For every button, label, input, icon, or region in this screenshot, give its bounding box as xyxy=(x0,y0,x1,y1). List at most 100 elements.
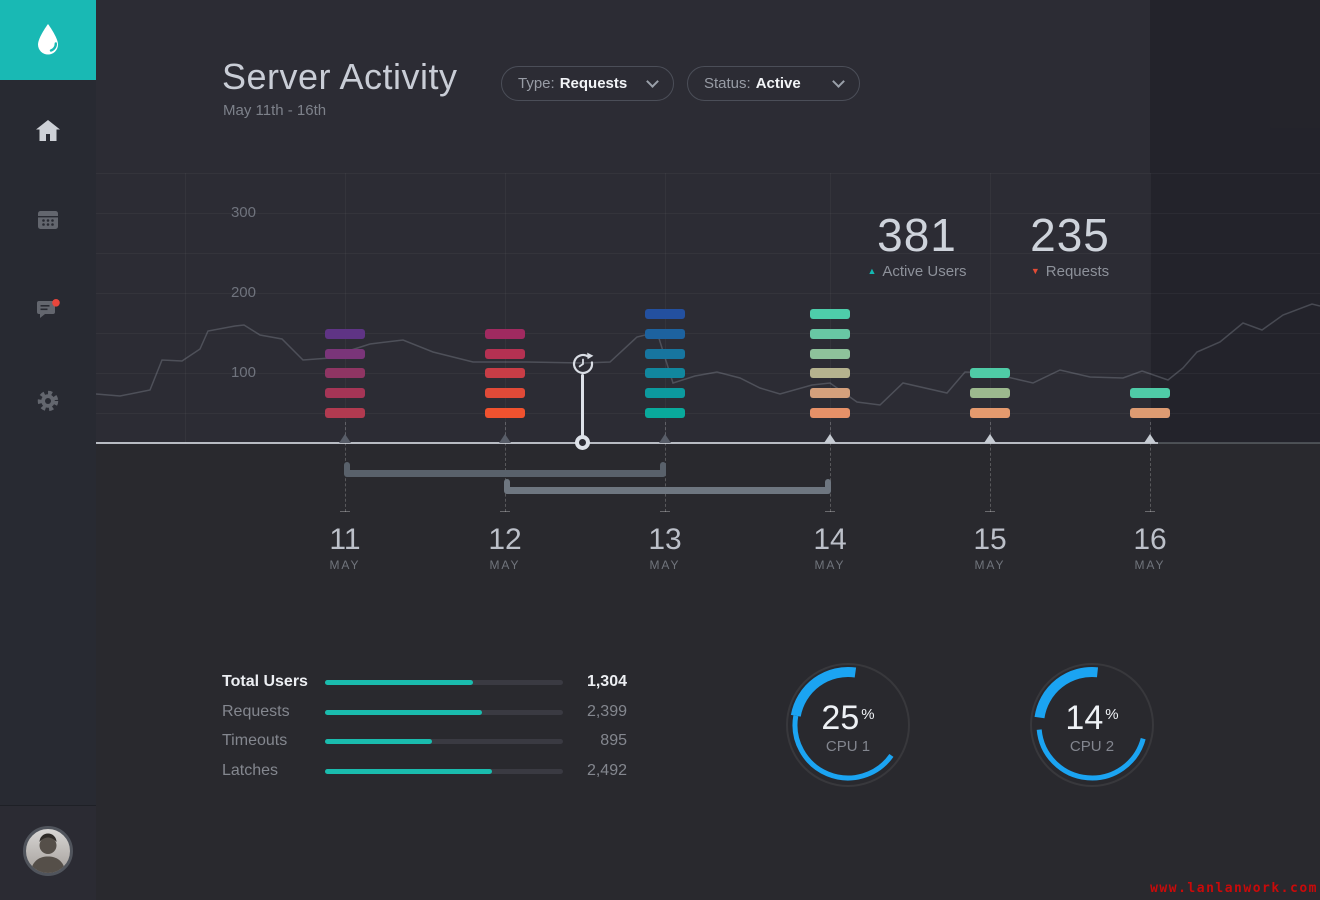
date-range-subtitle: May 11th - 16th xyxy=(223,102,326,119)
time-slider-pin[interactable] xyxy=(575,435,590,450)
type-filter-dropdown[interactable]: Type: Requests xyxy=(501,66,674,101)
activity-bar xyxy=(645,349,685,359)
stat-caption: ▼ Requests xyxy=(995,263,1145,280)
trend-down-icon: ▼ xyxy=(1031,266,1040,276)
stat-active-users: 381 ▲Active Users xyxy=(842,212,992,280)
activity-bar xyxy=(645,309,685,319)
gear-icon xyxy=(35,388,61,414)
status-filter-dropdown[interactable]: Status: Active xyxy=(687,66,860,101)
sidebar-item-settings[interactable] xyxy=(0,379,96,423)
metric-row: Latches 2,492 xyxy=(222,756,627,786)
metric-value: 1,304 xyxy=(587,673,627,691)
filter-value: Requests xyxy=(560,75,628,92)
activity-bar xyxy=(645,329,685,339)
date-month: MAY xyxy=(305,558,385,572)
range-selector[interactable] xyxy=(505,487,830,494)
activity-bar xyxy=(810,349,850,359)
sidebar-footer xyxy=(0,806,96,900)
watermark: www.lanlanwork.com xyxy=(1150,881,1318,896)
y-axis-label: 200 xyxy=(196,284,256,302)
metric-bar-track xyxy=(325,710,563,715)
activity-bar xyxy=(645,368,685,378)
metric-value: 2,492 xyxy=(587,762,627,780)
dropline-tick xyxy=(1145,511,1155,512)
timeline-marker[interactable] xyxy=(1144,434,1156,443)
sidebar-item-calendar[interactable] xyxy=(0,197,96,241)
notification-badge xyxy=(52,299,60,307)
history-clock-icon xyxy=(570,351,596,377)
activity-bar xyxy=(810,388,850,398)
gauge-percent: 25% xyxy=(778,698,918,735)
date-day: 16 xyxy=(1110,524,1190,556)
timeline-marker[interactable] xyxy=(824,434,836,443)
activity-bar xyxy=(485,388,525,398)
activity-bar xyxy=(485,349,525,359)
metric-bar-track xyxy=(325,769,563,774)
date-label: 13MAY xyxy=(625,524,705,572)
activity-bar xyxy=(325,408,365,418)
filter-prefix: Type: xyxy=(518,75,555,92)
activity-bar xyxy=(1130,388,1170,398)
sidebar-item-messages[interactable] xyxy=(0,287,96,331)
date-month: MAY xyxy=(465,558,545,572)
activity-bar xyxy=(325,329,365,339)
date-month: MAY xyxy=(790,558,870,572)
date-label: 14MAY xyxy=(790,524,870,572)
date-day: 15 xyxy=(950,524,1030,556)
metric-label: Timeouts xyxy=(222,732,287,750)
activity-bar xyxy=(485,408,525,418)
date-day: 12 xyxy=(465,524,545,556)
gridline xyxy=(185,173,186,443)
timeline-marker[interactable] xyxy=(984,434,996,443)
dropline-tick xyxy=(660,511,670,512)
metric-bar-track xyxy=(325,680,563,685)
time-slider-stem[interactable] xyxy=(581,374,584,438)
y-axis-label: 100 xyxy=(196,364,256,382)
gridline xyxy=(96,373,1320,374)
activity-bar xyxy=(645,408,685,418)
metric-value: 2,399 xyxy=(587,703,627,721)
chevron-down-icon xyxy=(646,75,659,88)
timeline-marker[interactable] xyxy=(339,434,351,443)
filter-prefix: Status: xyxy=(704,75,751,92)
percent-sign: % xyxy=(861,706,874,723)
activity-bar xyxy=(810,408,850,418)
activity-bar xyxy=(970,368,1010,378)
metric-bar-fill xyxy=(325,680,473,685)
stat-label: Active Users xyxy=(882,263,966,280)
timeline-marker[interactable] xyxy=(659,434,671,443)
sidebar xyxy=(0,0,96,900)
activity-bar xyxy=(810,368,850,378)
metric-bar-fill xyxy=(325,769,492,774)
logo[interactable] xyxy=(0,0,96,80)
date-month: MAY xyxy=(625,558,705,572)
gridline xyxy=(1150,173,1151,443)
gauge-text: 14% CPU 2 xyxy=(1022,655,1162,755)
filter-value: Active xyxy=(756,75,801,92)
stat-label: Requests xyxy=(1046,263,1109,280)
date-month: MAY xyxy=(1110,558,1190,572)
sidebar-item-home[interactable] xyxy=(0,108,96,152)
gauge-label: CPU 1 xyxy=(778,738,918,755)
timeline-marker[interactable] xyxy=(499,434,511,443)
droplet-icon xyxy=(36,24,60,56)
timeline-axis xyxy=(96,442,1320,444)
metrics-panel: Total Users1,304Requests2,399Timeouts895… xyxy=(222,667,627,789)
activity-bar xyxy=(970,408,1010,418)
avatar[interactable] xyxy=(23,826,73,876)
stat-value: 381 xyxy=(842,212,992,258)
metric-row: Requests2,399 xyxy=(222,697,627,727)
stat-caption: ▲Active Users xyxy=(842,263,992,280)
activity-bar xyxy=(485,368,525,378)
chevron-down-icon xyxy=(832,75,845,88)
gridline xyxy=(665,173,666,443)
y-axis-label: 300 xyxy=(196,204,256,222)
metric-row: Timeouts895 xyxy=(222,726,627,756)
date-day: 11 xyxy=(305,524,385,556)
gauge-percent: 14% xyxy=(1022,698,1162,735)
time-slider-handle[interactable] xyxy=(570,351,596,377)
metric-label: Latches xyxy=(222,762,278,780)
range-selector[interactable] xyxy=(345,470,665,477)
home-icon xyxy=(36,120,60,141)
stat-requests: 235 ▼Requests xyxy=(995,212,1145,280)
